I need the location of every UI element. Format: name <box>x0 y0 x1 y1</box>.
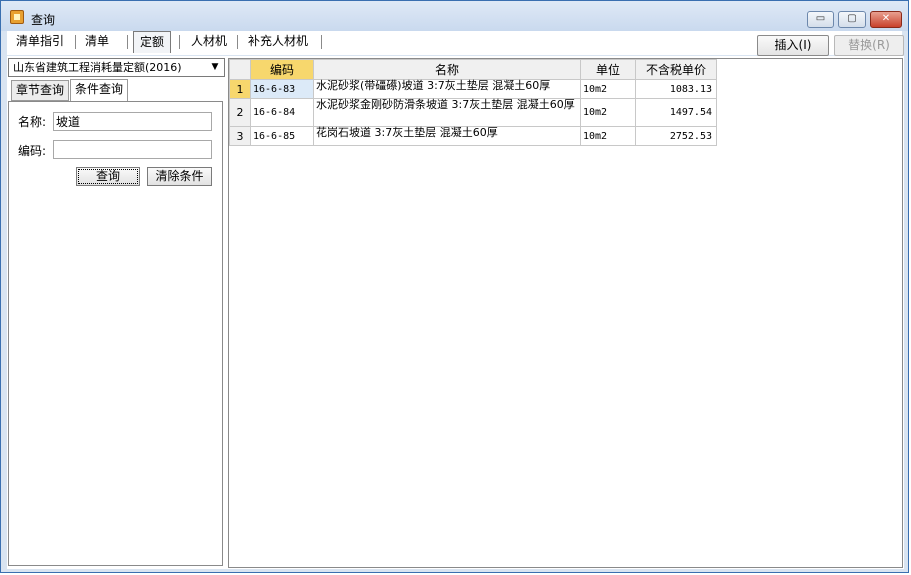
window-title: 查询 <box>31 13 56 27</box>
tab-separator <box>321 35 322 49</box>
name-label: 名称: <box>18 115 47 129</box>
quota-code-cell[interactable]: 16-6-84 <box>250 98 314 127</box>
row-number: 2 <box>229 98 251 127</box>
library-select[interactable]: 山东省建筑工程消耗量定额(2016) ▼ <box>8 58 225 77</box>
row-number: 1 <box>229 79 251 99</box>
quota-name-cell[interactable]: 花岗石坡道 3:7灰土垫层 混凝土60厚 <box>313 126 581 146</box>
close-button[interactable]: ✕ <box>870 11 902 28</box>
tab-supplementary-lmm[interactable]: 补充人材机 <box>242 31 314 53</box>
price-cell[interactable]: 1083.13 <box>635 79 717 99</box>
table-row[interactable]: 3 16-6-85 花岗石坡道 3:7灰土垫层 混凝土60厚 10m2 2752… <box>229 126 717 146</box>
condition-query-panel: 名称: 编码: 查询 清除条件 <box>8 101 223 566</box>
library-select-value: 山东省建筑工程消耗量定额(2016) <box>13 61 182 74</box>
code-column-header[interactable]: 编码 <box>250 59 314 80</box>
price-cell[interactable]: 2752.53 <box>635 126 717 146</box>
app-icon <box>10 10 24 24</box>
tab-separator <box>237 35 238 49</box>
table-row[interactable]: 1 16-6-83 水泥砂浆(带礓礤)坡道 3:7灰土垫层 混凝土60厚 10m… <box>229 79 717 99</box>
unit-column-header[interactable]: 单位 <box>580 59 636 80</box>
clear-conditions-button[interactable]: 清除条件 <box>147 167 212 186</box>
row-number: 3 <box>229 126 251 146</box>
name-input[interactable] <box>53 112 212 131</box>
tab-bill[interactable]: 清单 <box>79 31 115 53</box>
results-grid-pane: 编码 名称 单位 不含税单价 1 16-6-83 水泥砂浆(带礓礤)坡道 3:7… <box>228 58 903 568</box>
replace-button[interactable]: 替换(R) <box>834 35 904 56</box>
tab-separator <box>179 35 180 49</box>
unit-cell[interactable]: 10m2 <box>580 79 636 99</box>
title-bar[interactable]: 查询 ▭ ▢ ✕ <box>1 1 908 31</box>
insert-button[interactable]: 插入(I) <box>757 35 829 56</box>
row-number-header <box>229 59 251 80</box>
tab-labor-material-machine[interactable]: 人材机 <box>185 31 233 53</box>
tab-separator <box>75 35 76 49</box>
tab-condition-query[interactable]: 条件查询 <box>70 79 129 101</box>
tab-separator <box>127 35 128 49</box>
maximize-button[interactable]: ▢ <box>838 11 866 28</box>
code-label: 编码: <box>18 144 47 158</box>
quota-code-cell[interactable]: 16-6-83 <box>250 79 314 99</box>
tab-chapter-query[interactable]: 章节查询 <box>11 80 70 101</box>
query-window: 查询 ▭ ▢ ✕ 清单指引 清单 定额 人材机 补充人材机 插入(I) 替换(R… <box>0 0 909 573</box>
table-row[interactable]: 2 16-6-84 水泥砂浆金刚砂防滑条坡道 3:7灰土垫层 混凝土60厚 10… <box>229 98 717 127</box>
left-query-pane: 山东省建筑工程消耗量定额(2016) ▼ 章节查询 条件查询 名称: 编码: 查… <box>7 56 226 569</box>
search-button[interactable]: 查询 <box>76 167 140 186</box>
name-column-header[interactable]: 名称 <box>313 59 581 80</box>
unit-cell[interactable]: 10m2 <box>580 126 636 146</box>
minimize-button[interactable]: ▭ <box>807 11 834 28</box>
tab-quota[interactable]: 定额 <box>133 31 172 53</box>
unit-cell[interactable]: 10m2 <box>580 98 636 127</box>
price-column-header[interactable]: 不含税单价 <box>635 59 717 80</box>
results-table: 编码 名称 单位 不含税单价 1 16-6-83 水泥砂浆(带礓礤)坡道 3:7… <box>229 59 717 146</box>
code-input[interactable] <box>53 140 212 159</box>
quota-name-cell[interactable]: 水泥砂浆金刚砂防滑条坡道 3:7灰土垫层 混凝土60厚 <box>313 98 581 127</box>
chevron-down-icon[interactable]: ▼ <box>208 60 222 75</box>
price-cell[interactable]: 1497.54 <box>635 98 717 127</box>
quota-name-cell[interactable]: 水泥砂浆(带礓礤)坡道 3:7灰土垫层 混凝土60厚 <box>313 79 581 99</box>
quota-code-cell[interactable]: 16-6-85 <box>250 126 314 146</box>
content-area: 山东省建筑工程消耗量定额(2016) ▼ 章节查询 条件查询 名称: 编码: 查… <box>7 56 904 569</box>
tab-bill-guide[interactable]: 清单指引 <box>10 31 70 53</box>
